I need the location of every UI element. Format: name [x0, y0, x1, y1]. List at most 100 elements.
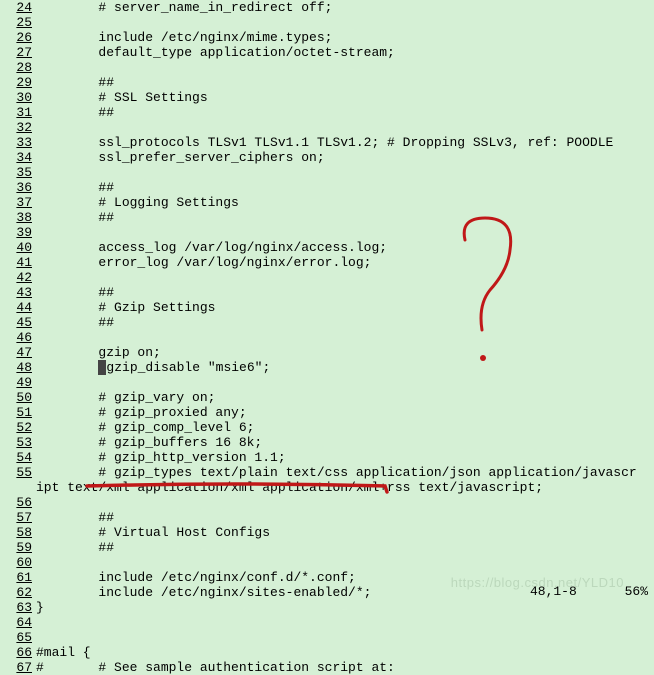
line-number: 64 [0, 615, 34, 630]
line-number: 53 [0, 435, 34, 450]
line-number: 62 [0, 585, 34, 600]
line-number: 51 [0, 405, 34, 420]
line-number: 45 [0, 315, 34, 330]
code-text: # gzip_buffers 16 8k; [34, 435, 262, 450]
line-number: 38 [0, 210, 34, 225]
code-line[interactable]: 53 # gzip_buffers 16 8k; [0, 435, 654, 450]
code-text: # gzip_proxied any; [34, 405, 247, 420]
code-line[interactable]: 36 ## [0, 180, 654, 195]
code-line[interactable]: 50 # gzip_vary on; [0, 390, 654, 405]
line-number: 66 [0, 645, 34, 660]
line-number: 39 [0, 225, 34, 240]
code-line[interactable]: 26 include /etc/nginx/mime.types; [0, 30, 654, 45]
code-text: default_type application/octet-stream; [34, 45, 395, 60]
code-line[interactable]: 67# # See sample authentication script a… [0, 660, 654, 675]
code-line[interactable]: 44 # Gzip Settings [0, 300, 654, 315]
code-line[interactable]: 63} [0, 600, 654, 615]
code-line[interactable]: 39 [0, 225, 654, 240]
code-text: # Virtual Host Configs [34, 525, 270, 540]
code-line[interactable]: 57 ## [0, 510, 654, 525]
code-line[interactable]: 38 ## [0, 210, 654, 225]
code-line[interactable]: 37 # Logging Settings [0, 195, 654, 210]
code-line[interactable]: 28 [0, 60, 654, 75]
code-line[interactable]: 64 [0, 615, 654, 630]
code-line[interactable]: 35 [0, 165, 654, 180]
code-line[interactable]: 33 ssl_protocols TLSv1 TLSv1.1 TLSv1.2; … [0, 135, 654, 150]
line-number: 55 [0, 465, 34, 480]
code-text: ## [34, 75, 114, 90]
code-text: include /etc/nginx/sites-enabled/*; [34, 585, 371, 600]
code-line[interactable]: 41 error_log /var/log/nginx/error.log; [0, 255, 654, 270]
line-number: 40 [0, 240, 34, 255]
code-line[interactable]: 43 ## [0, 285, 654, 300]
code-line[interactable]: 46 [0, 330, 654, 345]
code-line[interactable]: 66#mail { [0, 645, 654, 660]
line-number: 46 [0, 330, 34, 345]
line-number: 26 [0, 30, 34, 45]
line-number: 34 [0, 150, 34, 165]
line-number: 67 [0, 660, 34, 675]
line-number: 32 [0, 120, 34, 135]
code-text: # server_name_in_redirect off; [34, 0, 332, 15]
code-text: # SSL Settings [34, 90, 208, 105]
code-line[interactable]: 42 [0, 270, 654, 285]
line-number: 27 [0, 45, 34, 60]
line-number: 47 [0, 345, 34, 360]
code-line[interactable]: 58 # Virtual Host Configs [0, 525, 654, 540]
code-line[interactable]: 48 gzip_disable "msie6"; [0, 360, 654, 375]
code-text: ipt text/xml application/xml application… [34, 480, 543, 495]
line-number: 57 [0, 510, 34, 525]
line-number: 56 [0, 495, 34, 510]
line-number [0, 480, 34, 495]
code-text: } [34, 600, 44, 615]
line-number: 44 [0, 300, 34, 315]
code-line[interactable]: ipt text/xml application/xml application… [0, 480, 654, 495]
code-line[interactable]: 45 ## [0, 315, 654, 330]
code-text: # # See sample authentication script at: [34, 660, 395, 675]
code-line[interactable]: 32 [0, 120, 654, 135]
code-line[interactable]: 51 # gzip_proxied any; [0, 405, 654, 420]
code-line[interactable]: 24 # server_name_in_redirect off; [0, 0, 654, 15]
code-text [34, 270, 36, 285]
code-line[interactable]: 25 [0, 15, 654, 30]
cursor-position: 48,1-8 [530, 584, 577, 599]
code-line[interactable]: 31 ## [0, 105, 654, 120]
code-text: include /etc/nginx/mime.types; [34, 30, 332, 45]
code-line[interactable]: 55 # gzip_types text/plain text/css appl… [0, 465, 654, 480]
code-line[interactable]: 52 # gzip_comp_level 6; [0, 420, 654, 435]
code-text: #mail { [34, 645, 91, 660]
code-editor[interactable]: 24 # server_name_in_redirect off;2526 in… [0, 0, 654, 675]
code-text [34, 555, 36, 570]
code-line[interactable]: 49 [0, 375, 654, 390]
code-line[interactable]: 59 ## [0, 540, 654, 555]
line-number: 48 [0, 360, 34, 375]
code-text: # gzip_http_version 1.1; [34, 450, 286, 465]
line-number: 41 [0, 255, 34, 270]
code-text [34, 225, 36, 240]
code-text [34, 15, 36, 30]
line-number: 30 [0, 90, 34, 105]
code-line[interactable]: 47 gzip on; [0, 345, 654, 360]
code-text: gzip_disable "msie6"; [34, 360, 270, 375]
code-text [34, 495, 36, 510]
line-number: 43 [0, 285, 34, 300]
code-text: ## [34, 180, 114, 195]
code-line[interactable]: 54 # gzip_http_version 1.1; [0, 450, 654, 465]
code-text [34, 615, 36, 630]
code-line[interactable]: 29 ## [0, 75, 654, 90]
vim-status-bar: 48,1-8 56% [490, 584, 648, 599]
cursor [98, 360, 106, 375]
code-text: # gzip_types text/plain text/css applica… [34, 465, 637, 480]
line-number: 28 [0, 60, 34, 75]
line-number: 29 [0, 75, 34, 90]
code-text: ## [34, 510, 114, 525]
code-line[interactable]: 56 [0, 495, 654, 510]
code-text: ## [34, 285, 114, 300]
code-line[interactable]: 40 access_log /var/log/nginx/access.log; [0, 240, 654, 255]
code-line[interactable]: 65 [0, 630, 654, 645]
code-line[interactable]: 34 ssl_prefer_server_ciphers on; [0, 150, 654, 165]
line-number: 24 [0, 0, 34, 15]
code-line[interactable]: 30 # SSL Settings [0, 90, 654, 105]
code-line[interactable]: 60 [0, 555, 654, 570]
code-line[interactable]: 27 default_type application/octet-stream… [0, 45, 654, 60]
